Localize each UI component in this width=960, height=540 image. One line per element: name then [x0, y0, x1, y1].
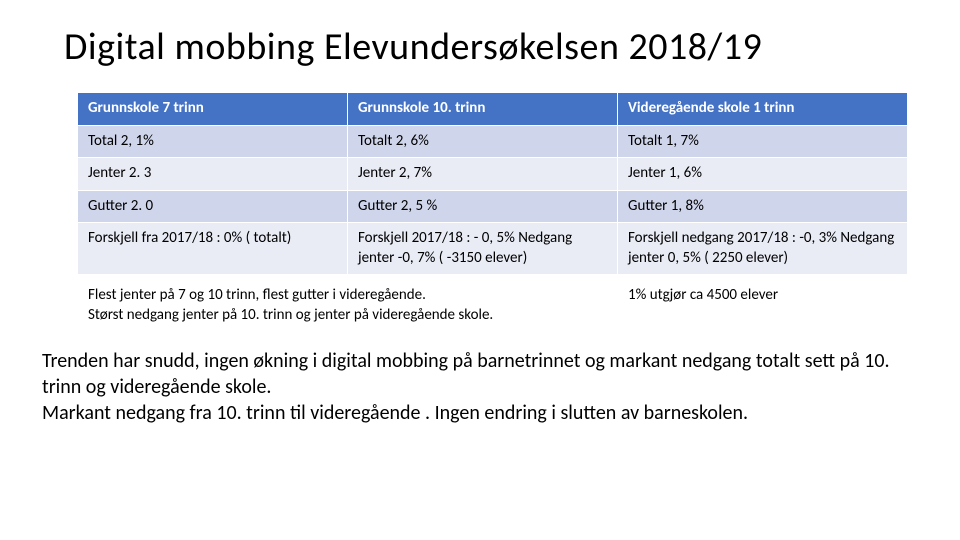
table-header: Grunnskole 7 trinn	[78, 93, 348, 126]
data-table: Grunnskole 7 trinn Grunnskole 10. trinn …	[78, 92, 902, 275]
footnote-row: Flest jenter på 7 og 10 trinn, flest gut…	[78, 281, 902, 330]
table-header: Grunnskole 10. trinn	[348, 93, 618, 126]
table-cell: Gutter 1, 8%	[618, 191, 908, 224]
table-cell: Gutter 2, 5 %	[348, 191, 618, 224]
table-cell: Totalt 2, 6%	[348, 126, 618, 159]
slide: Digital mobbing Elevundersøkelsen 2018/1…	[0, 0, 960, 540]
table-cell: Jenter 2. 3	[78, 158, 348, 191]
body-text: Trenden har snudd, ingen økning i digita…	[42, 348, 904, 426]
table-cell: Jenter 1, 6%	[618, 158, 908, 191]
table-cell: Forskjell nedgang 2017/18 : -0, 3% Nedga…	[618, 223, 908, 275]
footnote-right: 1% utgjør ca 4500 elever	[618, 281, 908, 330]
table-cell: Gutter 2. 0	[78, 191, 348, 224]
footnote-left: Flest jenter på 7 og 10 trinn, flest gut…	[78, 281, 618, 330]
table-cell: Forskjell 2017/18 : - 0, 5% Nedgang jent…	[348, 223, 618, 275]
page-title: Digital mobbing Elevundersøkelsen 2018/1…	[64, 24, 932, 70]
table-cell: Jenter 2, 7%	[348, 158, 618, 191]
table-cell: Totalt 1, 7%	[618, 126, 908, 159]
table-header: Videregående skole 1 trinn	[618, 93, 908, 126]
table-cell: Total 2, 1%	[78, 126, 348, 159]
table-cell: Forskjell fra 2017/18 : 0% ( totalt)	[78, 223, 348, 275]
